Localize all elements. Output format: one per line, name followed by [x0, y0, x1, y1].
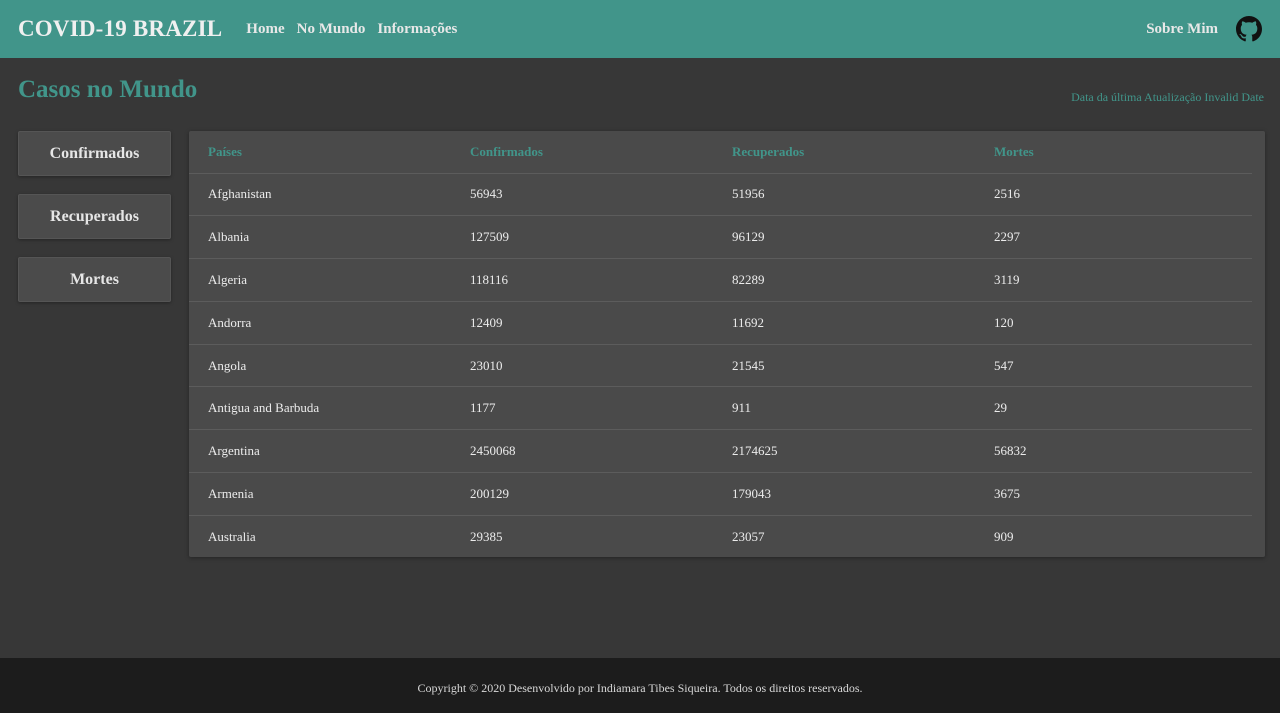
- cell-recovered: 51956: [713, 173, 975, 217]
- table-row: Algeria 118116 82289 3119: [189, 258, 1252, 302]
- cell-recovered: 11692: [713, 301, 975, 345]
- cell-country: Albania: [189, 215, 451, 260]
- cell-country: Argentina: [189, 429, 451, 474]
- table-row: Andorra 12409 11692 120: [189, 301, 1252, 345]
- page-footer: Copyright © 2020 Desenvolvido por Indiam…: [0, 658, 1280, 713]
- table-row: Antigua and Barbuda 1177 911 29: [189, 386, 1252, 431]
- cell-country: Algeria: [189, 258, 451, 302]
- column-header-recuperados[interactable]: Recuperados: [713, 131, 975, 174]
- column-header-confirmados[interactable]: Confirmados: [451, 131, 713, 174]
- cell-confirmed: 200129: [451, 472, 713, 516]
- nav-link-home[interactable]: Home: [246, 21, 284, 38]
- main-nav: Home No Mundo Informações: [246, 21, 457, 38]
- table-header-row: Países Confirmados Recuperados Mortes: [189, 131, 1252, 174]
- cell-country: Afghanistan: [189, 173, 451, 217]
- cell-confirmed: 118116: [451, 258, 713, 302]
- table-row: Argentina 2450068 2174625 56832: [189, 429, 1252, 474]
- cell-deaths: 120: [975, 301, 1252, 345]
- cell-recovered: 21545: [713, 344, 975, 388]
- github-icon[interactable]: [1236, 16, 1262, 42]
- cell-country: Australia: [208, 529, 256, 545]
- table-row: Armenia 200129 179043 3675: [189, 472, 1252, 516]
- column-header-mortes[interactable]: Mortes: [975, 131, 1252, 174]
- copyright-text: Copyright © 2020 Desenvolvido por Indiam…: [417, 681, 863, 695]
- cell-recovered: 179043: [713, 472, 975, 516]
- nav-link-no-mundo[interactable]: No Mundo: [297, 21, 366, 38]
- cell-country: Antigua and Barbuda: [189, 386, 451, 431]
- cell-country: Andorra: [189, 301, 451, 345]
- cell-deaths: 56832: [975, 429, 1252, 474]
- cell-confirmed: 127509: [451, 215, 713, 260]
- mortes-button[interactable]: Mortes: [18, 257, 171, 302]
- cell-recovered: 82289: [713, 258, 975, 302]
- nav-link-informacoes[interactable]: Informações: [377, 21, 457, 38]
- cell-confirmed: 23010: [451, 344, 713, 388]
- cell-deaths: 2516: [975, 173, 1252, 217]
- cell-deaths: 3675: [975, 472, 1252, 516]
- cell-recovered: 911: [713, 386, 975, 431]
- cell-confirmed: 29385: [470, 529, 503, 545]
- cell-country: Armenia: [189, 472, 451, 516]
- cell-recovered: 2174625: [713, 429, 975, 474]
- cell-confirmed: 1177: [451, 386, 713, 431]
- cell-country: Angola: [189, 344, 451, 388]
- table-row: Afghanistan 56943 51956 2516: [189, 173, 1252, 217]
- cell-confirmed: 56943: [451, 173, 713, 217]
- last-update-label: Data da última Atualização Invalid Date: [1071, 90, 1264, 104]
- recuperados-button[interactable]: Recuperados: [18, 194, 171, 239]
- top-navbar: COVID-19 BRAZIL Home No Mundo Informaçõe…: [0, 0, 1280, 58]
- side-menu: Confirmados Recuperados Mortes: [18, 131, 171, 302]
- world-cases-table-card: Países Confirmados Recuperados Mortes Af…: [189, 131, 1265, 557]
- cell-recovered: 96129: [713, 215, 975, 260]
- table-row: Albania 127509 96129 2297: [189, 215, 1252, 260]
- cell-deaths: 909: [994, 529, 1014, 545]
- cell-recovered: 23057: [732, 529, 765, 545]
- nav-right: Sobre Mim: [1146, 16, 1262, 42]
- cell-deaths: 2297: [975, 215, 1252, 260]
- cell-deaths: 29: [975, 386, 1252, 431]
- page-title: Casos no Mundo: [18, 76, 198, 103]
- column-header-paises[interactable]: Países: [189, 131, 451, 174]
- world-cases-table: Países Confirmados Recuperados Mortes Af…: [189, 131, 1252, 558]
- confirmados-button[interactable]: Confirmados: [18, 131, 171, 176]
- cell-confirmed: 12409: [451, 301, 713, 345]
- brand-logo[interactable]: COVID-19 BRAZIL: [18, 16, 222, 42]
- table-row: Australia 29385 23057 909: [189, 515, 1252, 558]
- cell-deaths: 547: [975, 344, 1252, 388]
- cell-confirmed: 2450068: [451, 429, 713, 474]
- table-row: Angola 23010 21545 547: [189, 344, 1252, 388]
- nav-link-sobre-mim[interactable]: Sobre Mim: [1146, 21, 1218, 38]
- cell-deaths: 3119: [975, 258, 1252, 302]
